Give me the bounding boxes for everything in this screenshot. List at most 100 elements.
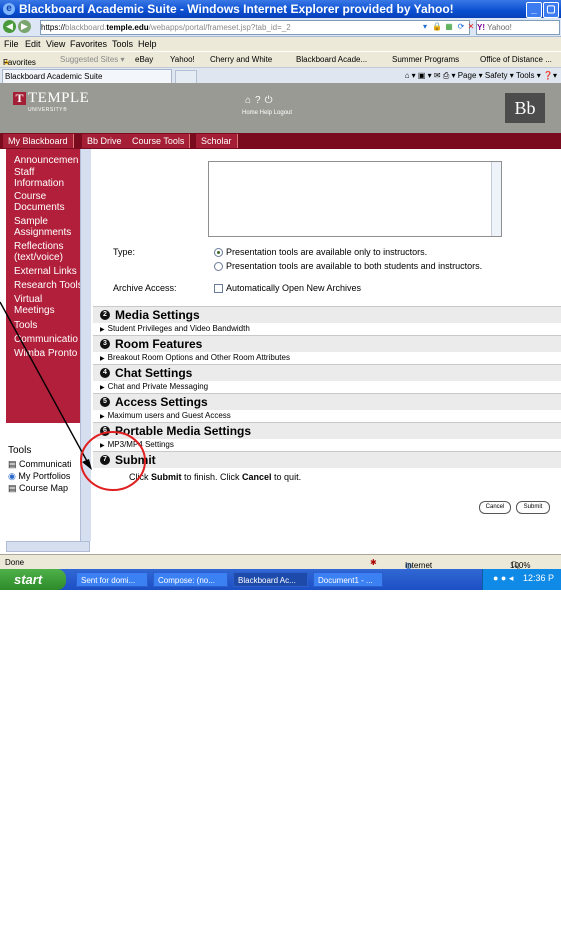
menu-item-research-tools[interactable]: Research Tools bbox=[14, 281, 83, 291]
home-icon[interactable]: ⌂ bbox=[245, 95, 255, 106]
submit-text-cancel: Cancel bbox=[242, 472, 272, 482]
tray-icons[interactable]: ● ● ◂ bbox=[493, 573, 513, 584]
header-links[interactable]: Home Help Logout bbox=[242, 110, 292, 116]
section-title: Room Features bbox=[115, 337, 203, 351]
menu-help[interactable]: Help bbox=[138, 39, 157, 49]
tool-course-map[interactable]: ▤ Course Map bbox=[8, 483, 68, 494]
sidebar-horizontal-scrollbar[interactable] bbox=[6, 541, 90, 552]
command-menus[interactable]: Page ▾ Safety ▾ Tools ▾ bbox=[458, 71, 541, 80]
menu-edit[interactable]: Edit bbox=[25, 39, 41, 49]
section-sub-chat[interactable]: ▶ Chat and Private Messaging bbox=[100, 382, 208, 391]
menu-file[interactable]: File bbox=[4, 39, 19, 49]
textarea-scrollbar[interactable] bbox=[491, 162, 501, 236]
search-input[interactable]: Y! Yahoo! bbox=[476, 20, 560, 35]
task-blackboard[interactable]: Blackboard Ac... bbox=[233, 572, 308, 587]
forward-button[interactable]: ▶ bbox=[18, 20, 31, 33]
tab-blackboard[interactable]: Blackboard Academic Suite bbox=[2, 69, 172, 83]
minimize-button[interactable]: _ bbox=[526, 2, 542, 18]
section-sub-access[interactable]: ▶ Maximum users and Guest Access bbox=[100, 411, 231, 420]
menu-item-text-voice[interactable]: (text/voice) bbox=[14, 253, 63, 263]
menu-favorites[interactable]: Favorites bbox=[70, 39, 107, 49]
task-document1[interactable]: Document1 - ... bbox=[313, 572, 383, 587]
type-radio-instructors[interactable] bbox=[214, 248, 223, 257]
cancel-button[interactable]: Cancel bbox=[479, 501, 511, 514]
favorites-bar: ★ Favorites Suggested Sites ▾ eBay Yahoo… bbox=[0, 51, 561, 68]
submit-text-submit: Submit bbox=[151, 472, 182, 482]
help-icon[interactable]: ❓▾ bbox=[543, 71, 557, 80]
print-icon[interactable]: ⎙ ▾ bbox=[443, 71, 456, 80]
sidebar-scrollbar[interactable] bbox=[80, 149, 91, 541]
tab-bar: Blackboard Academic Suite ⌂ ▾ ▣ ▾ ✉ ⎙ ▾ … bbox=[0, 67, 561, 84]
section-portable-media-settings[interactable]: 6 Portable Media Settings bbox=[93, 422, 561, 439]
tool-my-portfolios[interactable]: ◉ My Portfolios bbox=[8, 471, 70, 482]
menu-item-assignments[interactable]: Assignments bbox=[14, 228, 71, 238]
ie-icon: e bbox=[3, 3, 15, 15]
back-button[interactable]: ◀ bbox=[3, 20, 16, 33]
section-media-settings[interactable]: 2 Media Settings bbox=[93, 306, 561, 323]
expand-arrow-icon: ▶ bbox=[100, 414, 105, 420]
section-access-settings[interactable]: 5 Access Settings bbox=[93, 393, 561, 410]
fav-blackboard[interactable]: Blackboard Acade... bbox=[296, 55, 367, 64]
menu-item-sample[interactable]: Sample bbox=[14, 217, 48, 227]
menu-item-announcements[interactable]: Announcemen bbox=[14, 156, 79, 166]
menu-item-communication[interactable]: Communicatio bbox=[14, 335, 78, 345]
tab-course-tools[interactable]: Course Tools bbox=[127, 134, 191, 148]
section-subtitle: Chat and Private Messaging bbox=[107, 382, 209, 391]
help-icon[interactable]: ? bbox=[255, 95, 265, 106]
logout-icon[interactable]: ⏻ bbox=[265, 95, 277, 106]
section-subtitle: MP3/MP4 Settings bbox=[107, 440, 174, 449]
url-input[interactable]: https://blackboard.temple.edu/webapps/po… bbox=[40, 20, 470, 35]
lock-icon[interactable]: 🔒 bbox=[432, 21, 442, 32]
menu-item-wimba-pronto[interactable]: Wimba Pronto bbox=[14, 349, 77, 359]
archive-checkbox[interactable] bbox=[214, 284, 223, 293]
menu-item-external-links[interactable]: External Links bbox=[14, 267, 77, 277]
menu-item-documents[interactable]: Documents bbox=[14, 203, 65, 213]
compat-view-icon[interactable]: ▦ bbox=[444, 21, 454, 32]
task-compose[interactable]: Compose: (no... bbox=[153, 572, 228, 587]
section-title: Portable Media Settings bbox=[115, 424, 252, 438]
feeds-icon[interactable]: ▣ ▾ bbox=[418, 71, 432, 80]
section-room-features[interactable]: 3 Room Features bbox=[93, 335, 561, 352]
command-bar[interactable]: ⌂ ▾ ▣ ▾ ✉ ⎙ ▾ Page ▾ Safety ▾ Tools ▾ ❓▾ bbox=[405, 71, 557, 81]
step-number: 3 bbox=[100, 339, 110, 349]
section-sub-room[interactable]: ▶ Breakout Room Options and Other Room At… bbox=[100, 353, 290, 362]
menu-item-staff[interactable]: Staff bbox=[14, 168, 34, 178]
fav-office-distance[interactable]: Office of Distance ... bbox=[480, 55, 552, 64]
fav-yahoo[interactable]: Yahoo! bbox=[170, 55, 195, 64]
tab-scholar[interactable]: Scholar bbox=[196, 134, 238, 148]
refresh-icon[interactable]: ⟳ bbox=[456, 21, 466, 32]
menu-item-course[interactable]: Course bbox=[14, 192, 46, 202]
screenshot: e Blackboard Academic Suite - Windows In… bbox=[0, 0, 561, 590]
menu-item-meetings[interactable]: Meetings bbox=[14, 306, 55, 316]
menu-tools[interactable]: Tools bbox=[112, 39, 133, 49]
menu-item-virtual[interactable]: Virtual bbox=[14, 295, 42, 305]
task-sent-for[interactable]: Sent for domi... bbox=[76, 572, 148, 587]
description-textarea[interactable] bbox=[208, 161, 502, 237]
menu-item-tools[interactable]: Tools bbox=[14, 321, 37, 331]
section-chat-settings[interactable]: 4 Chat Settings bbox=[93, 364, 561, 381]
menu-view[interactable]: View bbox=[46, 39, 65, 49]
fav-ebay[interactable]: eBay bbox=[135, 55, 153, 64]
menu-item-information[interactable]: Information bbox=[14, 179, 64, 189]
fav-suggested-sites[interactable]: Suggested Sites ▾ bbox=[60, 55, 125, 64]
tab-bb-drive[interactable]: Bb Drive bbox=[82, 134, 128, 148]
home-icon[interactable]: ⌂ ▾ bbox=[405, 71, 416, 80]
mail-icon[interactable]: ✉ bbox=[434, 71, 441, 80]
start-button[interactable]: start bbox=[0, 569, 66, 590]
section-sub-portable-media[interactable]: ▶ MP3/MP4 Settings bbox=[100, 440, 174, 449]
tool-communication[interactable]: ▤ Communicati bbox=[8, 459, 72, 470]
section-sub-media[interactable]: ▶ Student Privileges and Video Bandwidth bbox=[100, 324, 250, 333]
fav-summer-programs[interactable]: Summer Programs bbox=[392, 55, 459, 64]
tab-my-blackboard[interactable]: My Blackboard bbox=[3, 134, 74, 148]
clock: 12:36 P bbox=[523, 573, 555, 583]
stop-icon[interactable]: ✕ bbox=[466, 21, 476, 32]
new-tab-button[interactable] bbox=[175, 70, 197, 84]
submit-button[interactable]: Submit bbox=[516, 501, 550, 514]
menu-item-reflections[interactable]: Reflections bbox=[14, 242, 63, 252]
maximize-button[interactable]: ▢ bbox=[543, 2, 559, 18]
type-radio-both[interactable] bbox=[214, 262, 223, 271]
section-title: Submit bbox=[115, 453, 156, 467]
dropdown-icon[interactable]: ▾ bbox=[420, 21, 430, 32]
header-icons: ⌂?⏻ bbox=[245, 95, 277, 106]
fav-cherry-white[interactable]: Cherry and White bbox=[210, 55, 272, 64]
